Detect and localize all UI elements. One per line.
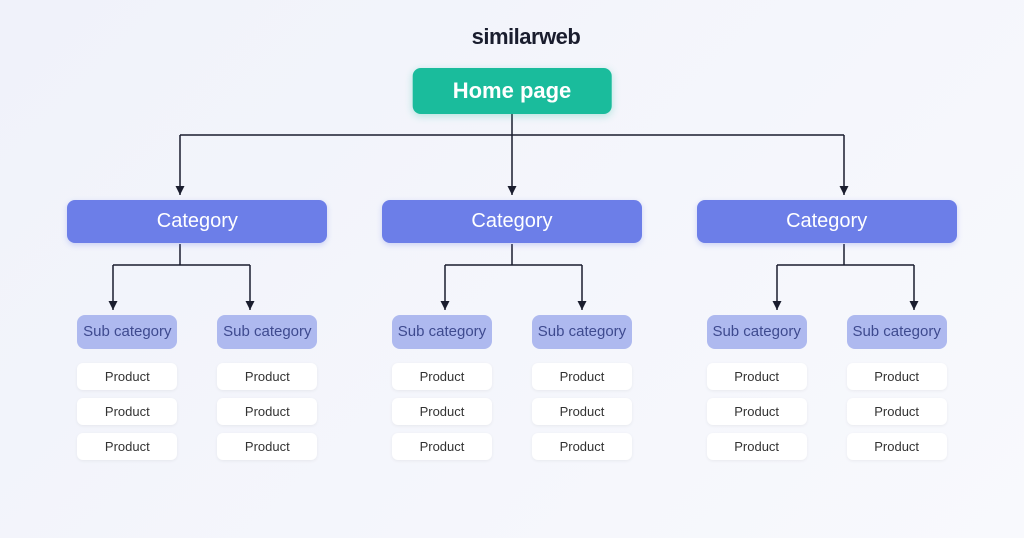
products-column: Product Product Product	[847, 363, 947, 460]
product-node: Product	[217, 433, 317, 460]
subcategory-column: Sub category Product Product Product	[527, 315, 637, 460]
product-node: Product	[847, 363, 947, 390]
product-node: Product	[392, 433, 492, 460]
subcategory-column: Sub category Product Product Product	[702, 315, 812, 460]
product-node: Product	[532, 398, 632, 425]
product-node: Product	[707, 433, 807, 460]
brand-name: similarweb	[472, 24, 581, 50]
product-node: Product	[707, 398, 807, 425]
subcategories-row: Sub category Product Product Product Sub…	[72, 315, 322, 460]
subcategory-node: Sub category	[77, 315, 177, 349]
products-column: Product Product Product	[77, 363, 177, 460]
products-column: Product Product Product	[392, 363, 492, 460]
category-column: Category Sub category Product Product Pr…	[57, 200, 337, 460]
brand-logo: similarweb	[444, 24, 581, 50]
subcategory-node: Sub category	[392, 315, 492, 349]
category-node: Category	[697, 200, 957, 243]
product-node: Product	[392, 363, 492, 390]
product-node: Product	[847, 398, 947, 425]
product-node: Product	[847, 433, 947, 460]
category-node: Category	[382, 200, 642, 243]
subcategory-column: Sub category Product Product Product	[212, 315, 322, 460]
product-node: Product	[532, 363, 632, 390]
category-column: Category Sub category Product Product Pr…	[372, 200, 652, 460]
subcategories-row: Sub category Product Product Product Sub…	[702, 315, 952, 460]
product-node: Product	[707, 363, 807, 390]
subcategory-node: Sub category	[532, 315, 632, 349]
product-node: Product	[532, 433, 632, 460]
product-node: Product	[392, 398, 492, 425]
subcategory-node: Sub category	[707, 315, 807, 349]
subcategory-node: Sub category	[847, 315, 947, 349]
product-node: Product	[217, 398, 317, 425]
product-node: Product	[77, 433, 177, 460]
categories-row: Category Sub category Product Product Pr…	[0, 200, 1024, 460]
subcategory-node: Sub category	[217, 315, 317, 349]
subcategories-row: Sub category Product Product Product Sub…	[387, 315, 637, 460]
product-node: Product	[77, 363, 177, 390]
category-node: Category	[67, 200, 327, 243]
subcategory-column: Sub category Product Product Product	[842, 315, 952, 460]
products-column: Product Product Product	[217, 363, 317, 460]
subcategory-column: Sub category Product Product Product	[387, 315, 497, 460]
category-column: Category Sub category Product Product Pr…	[687, 200, 967, 460]
product-node: Product	[77, 398, 177, 425]
products-column: Product Product Product	[532, 363, 632, 460]
product-node: Product	[217, 363, 317, 390]
products-column: Product Product Product	[707, 363, 807, 460]
similarweb-icon	[444, 26, 466, 48]
home-page-node: Home page	[413, 68, 612, 114]
subcategory-column: Sub category Product Product Product	[72, 315, 182, 460]
